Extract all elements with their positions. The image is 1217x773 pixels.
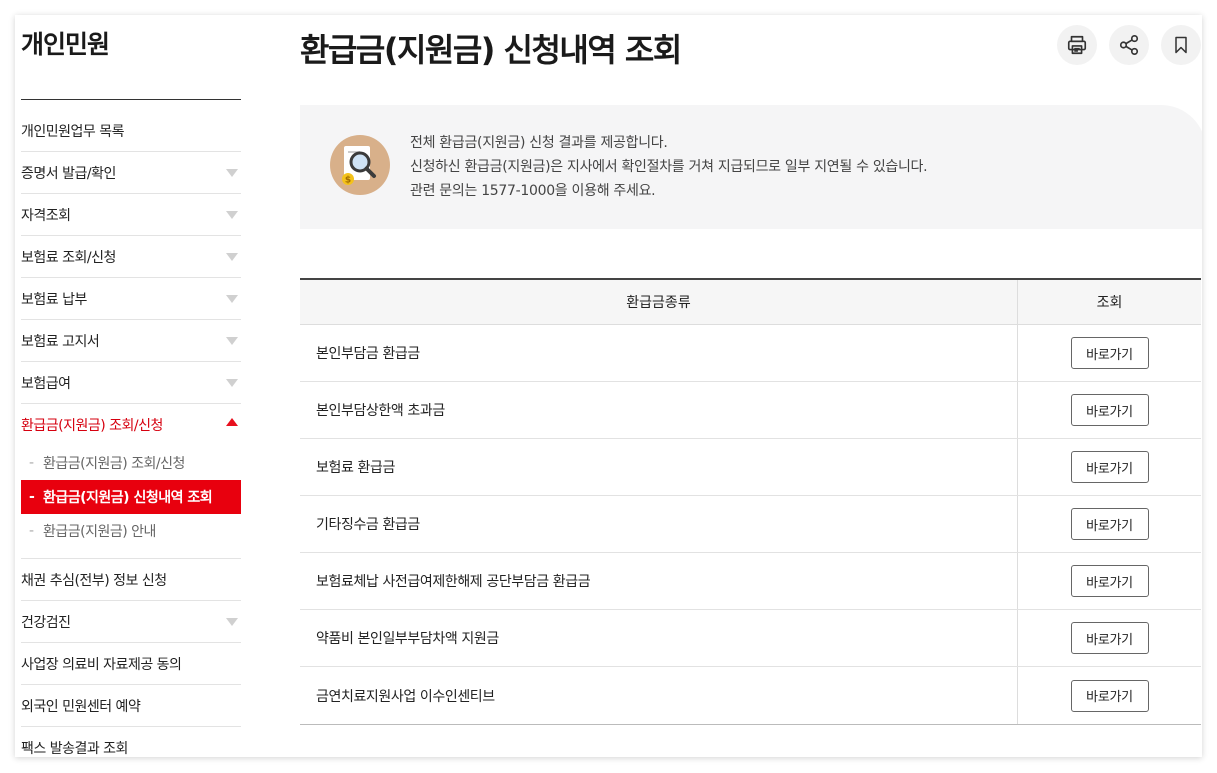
table-header: 환급금종류 조회	[300, 280, 1201, 325]
share-button[interactable]	[1109, 25, 1149, 65]
bookmark-button[interactable]	[1161, 25, 1201, 65]
sidebar-title-divider	[21, 99, 241, 100]
refund-type-cell: 본인부담상한액 초과금	[300, 382, 1018, 438]
go-button[interactable]: 바로가기	[1070, 679, 1149, 712]
dash-icon: -	[29, 523, 34, 539]
table-row: 보험료 환급금 바로가기	[300, 439, 1201, 496]
sidebar-item-benefits[interactable]: 보험급여	[21, 362, 241, 404]
sidebar-item-premium-notice[interactable]: 보험료 고지서	[21, 320, 241, 362]
go-button[interactable]: 바로가기	[1070, 451, 1149, 483]
sidebar-item-label: 보험료 조회/신청	[21, 249, 116, 266]
print-button[interactable]	[1057, 25, 1097, 65]
sidebar-item-premium-inquiry[interactable]: 보험료 조회/신청	[21, 236, 241, 278]
sidebar-item-civil-list[interactable]: 개인민원업무 목록	[21, 110, 241, 152]
sidebar-item-label: 보험료 납부	[21, 291, 87, 308]
sidebar-item-eligibility[interactable]: 자격조회	[21, 194, 241, 236]
chevron-down-icon	[226, 211, 238, 219]
sidebar-item-foreigner-reservation[interactable]: 외국인 민원센터 예약	[21, 685, 241, 727]
refund-type-cell: 보험료 환급금	[300, 439, 1018, 495]
sidebar-menu: 개인민원업무 목록 증명서 발급/확인 자격조회 보험료 조회/신청 보험료 납…	[21, 110, 241, 757]
chevron-down-icon	[226, 337, 238, 345]
chevron-down-icon	[226, 379, 238, 387]
submenu-item-label: 환급금(지원금) 안내	[43, 524, 156, 540]
table-row: 약품비 본인일부부담차액 지원금 바로가기	[300, 610, 1201, 667]
go-button[interactable]: 바로가기	[1070, 622, 1149, 654]
sidebar-item-medical-consent[interactable]: 사업장 의료비 자료제공 동의	[21, 643, 241, 685]
share-icon	[1119, 35, 1139, 55]
info-text: 전체 환급금(지원금) 신청 결과를 제공합니다. 신청하신 환급금(지원금)은…	[410, 131, 928, 203]
sidebar-item-label: 증명서 발급/확인	[21, 165, 116, 182]
sidebar-item-debt-collection[interactable]: 채권 추심(전부) 정보 신청	[21, 559, 241, 601]
info-line: 신청하신 환급금(지원금)은 지사에서 확인절차를 거쳐 지급되므로 일부 지연…	[410, 159, 928, 175]
sidebar-submenu-container: - 환급금(지원금) 조회/신청 - 환급금(지원금) 신청내역 조회 - 환급금(지…	[21, 446, 241, 559]
info-line: 전체 환급금(지원금) 신청 결과를 제공합니다.	[410, 135, 668, 151]
sidebar-item-label: 환급금(지원금) 조회/신청	[21, 418, 163, 434]
info-line: 관련 문의는 1577-1000을 이용해 주세요.	[410, 183, 656, 199]
svg-text:$: $	[345, 176, 351, 186]
column-header-inquiry: 조회	[1096, 295, 1123, 311]
refund-type-cell: 약품비 본인일부부담차액 지원금	[300, 610, 1018, 666]
refund-type-cell: 보험료체납 사전급여제한해제 공단부담금 환급금	[300, 553, 1018, 609]
sidebar-item-refund[interactable]: 환급금(지원금) 조회/신청	[21, 404, 241, 446]
table-row: 보험료체납 사전급여제한해제 공단부담금 환급금 바로가기	[300, 553, 1201, 610]
sidebar-item-label: 외국인 민원센터 예약	[21, 698, 141, 715]
go-button[interactable]: 바로가기	[1070, 394, 1149, 426]
sidebar-item-label: 자격조회	[21, 207, 71, 224]
sidebar-item-fax-result[interactable]: 팩스 발송결과 조회	[21, 727, 241, 757]
go-button[interactable]: 바로가기	[1070, 565, 1149, 597]
page-title: 환급금(지원금) 신청내역 조회	[300, 31, 682, 69]
sidebar-item-certificates[interactable]: 증명서 발급/확인	[21, 152, 241, 194]
table-row: 본인부담금 환급금 바로가기	[300, 325, 1201, 382]
refund-table: 환급금종류 조회 본인부담금 환급금 바로가기 본인부담상한액 초과금 바로가기…	[300, 278, 1201, 725]
sidebar-item-label: 건강검진	[21, 614, 71, 631]
sidebar-item-label: 개인민원업무 목록	[21, 123, 125, 140]
chevron-down-icon	[226, 295, 238, 303]
page-frame: 개인민원 개인민원업무 목록 증명서 발급/확인 자격조회 보험료 조회/신청 …	[15, 15, 1202, 757]
table-row: 금연치료지원사업 이수인센티브 바로가기	[300, 667, 1201, 724]
info-box: $ 전체 환급금(지원금) 신청 결과를 제공합니다. 신청하신 환급금(지원금…	[300, 105, 1202, 229]
print-icon	[1067, 35, 1087, 55]
refund-type-cell: 기타징수금 환급금	[300, 496, 1018, 552]
table-row: 본인부담상한액 초과금 바로가기	[300, 382, 1201, 439]
submenu-item-refund-history[interactable]: - 환급금(지원금) 신청내역 조회	[21, 480, 241, 514]
document-search-icon: $	[330, 135, 390, 195]
sidebar-title: 개인민원	[21, 30, 110, 59]
dash-icon: -	[29, 489, 35, 505]
chevron-down-icon	[226, 618, 238, 626]
sidebar-item-label: 채권 추심(전부) 정보 신청	[21, 572, 167, 589]
sidebar-item-label: 보험급여	[21, 375, 71, 392]
sidebar-submenu: - 환급금(지원금) 조회/신청 - 환급금(지원금) 신청내역 조회 - 환급금(지…	[21, 446, 241, 559]
sidebar-item-label: 보험료 고지서	[21, 333, 100, 350]
submenu-item-refund-inquiry[interactable]: - 환급금(지원금) 조회/신청	[21, 446, 241, 480]
chevron-down-icon	[226, 253, 238, 261]
sidebar-item-label: 팩스 발송결과 조회	[21, 740, 128, 757]
go-button[interactable]: 바로가기	[1070, 337, 1149, 369]
bookmark-icon	[1175, 36, 1187, 54]
column-header-refund-type: 환급금종류	[300, 280, 1018, 324]
refund-type-cell: 금연치료지원사업 이수인센티브	[300, 667, 1018, 724]
chevron-up-icon	[226, 418, 238, 426]
submenu-item-label: 환급금(지원금) 조회/신청	[43, 456, 185, 472]
submenu-item-refund-guide[interactable]: - 환급금(지원금) 안내	[21, 514, 241, 548]
submenu-item-label: 환급금(지원금) 신청내역 조회	[43, 490, 213, 506]
dash-icon: -	[29, 455, 34, 471]
sidebar-item-label: 사업장 의료비 자료제공 동의	[21, 656, 182, 673]
sidebar-item-premium-payment[interactable]: 보험료 납부	[21, 278, 241, 320]
refund-type-cell: 본인부담금 환급금	[300, 325, 1018, 381]
go-button[interactable]: 바로가기	[1070, 508, 1149, 540]
sidebar-item-health-checkup[interactable]: 건강검진	[21, 601, 241, 643]
chevron-down-icon	[226, 169, 238, 177]
table-row: 기타징수금 환급금 바로가기	[300, 496, 1201, 553]
